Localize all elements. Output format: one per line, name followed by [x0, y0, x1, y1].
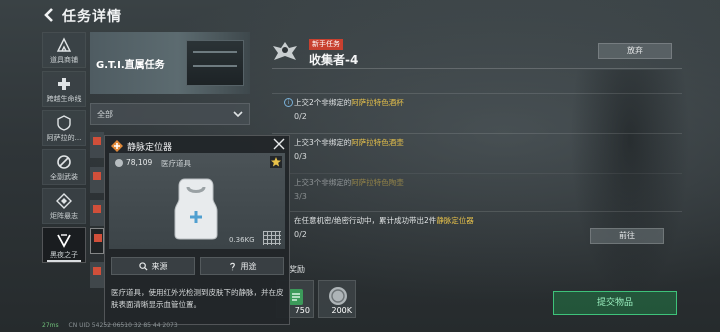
flag-icon [93, 267, 101, 275]
help-icon [229, 262, 235, 270]
silver-coin-icon [329, 287, 347, 305]
objective-item-link[interactable]: 阿萨拉特色陶壶 [351, 178, 404, 187]
rail-item-label: 全副武装 [50, 173, 78, 181]
diamond-icon [56, 193, 72, 209]
objective-count: 0/2 [294, 230, 307, 239]
objective-item-link[interactable]: 阿萨拉特色酒壶 [351, 138, 404, 147]
source-button-label: 来源 [151, 261, 168, 271]
reward-amount: 750 [294, 306, 310, 315]
rail-item-1[interactable]: 跨越生命线 [42, 71, 86, 107]
rail-item-label: 道具商铺 [50, 56, 78, 64]
objective-row-completed: 上交3个非绑定的阿萨拉特色陶壶 3/3 [272, 173, 682, 207]
list-item-selected[interactable] [90, 228, 104, 254]
use-button[interactable]: 用途 [200, 257, 284, 275]
rail-item-2[interactable]: 阿萨拉的... [42, 110, 86, 146]
shield-icon [57, 115, 71, 131]
rail-item-label: 炬阵悬志 [50, 212, 78, 220]
popup-title: 静脉定位器 [127, 143, 173, 153]
flag-icon [93, 172, 101, 180]
item-weight: 0.36KG [229, 236, 255, 244]
grid-size-icon [263, 231, 281, 245]
summit-icon [56, 37, 72, 52]
objective-text: 上交3个非绑定的阿萨拉特色酒壶 [294, 138, 404, 147]
rail-item-4[interactable]: 炬阵悬志 [42, 188, 86, 224]
goto-button[interactable]: 前往 [590, 228, 664, 244]
rail-item-label: 跨越生命线 [46, 95, 82, 103]
no-entry-icon [57, 155, 71, 169]
divider [272, 68, 682, 69]
reward-amount: 200K [331, 306, 352, 315]
objective-item-link[interactable]: 静脉定位器 [436, 216, 474, 225]
rail-item-3[interactable]: 全副武装 [42, 149, 86, 185]
list-item[interactable] [90, 262, 104, 288]
reward-label: 奖励 [289, 265, 305, 274]
submit-items-button[interactable]: 提交物品 [553, 291, 677, 315]
rail-item-0[interactable]: 道具商铺 [42, 32, 86, 68]
back-arrow-icon[interactable] [42, 7, 56, 23]
top-bar: 任务详情 [0, 0, 720, 30]
filter-value: 全部 [97, 110, 113, 119]
item-category: 医疗道具 [161, 159, 191, 168]
info-icon[interactable]: i [284, 98, 293, 107]
objective-text: 在任意机密/绝密行动中，累计成功带出2件静脉定位器 [294, 216, 474, 225]
reward-item[interactable]: 200K [318, 280, 356, 318]
star-icon[interactable] [270, 156, 282, 168]
objective-row: 上交3个非绑定的阿萨拉特色酒壶 0/3 [272, 133, 682, 167]
flag-icon [93, 205, 101, 213]
vein-locator-device [174, 178, 218, 240]
rail-item-5[interactable]: 黑夜之子 [42, 227, 86, 263]
objective-text: 上交2个非绑定的阿萨拉特色酒杯 [294, 98, 404, 107]
source-button[interactable]: 来源 [111, 257, 195, 275]
abandon-button[interactable]: 放弃 [598, 43, 672, 59]
mission-title: 收集者-4 [309, 53, 359, 67]
list-item[interactable] [90, 200, 104, 226]
objective-item-link[interactable]: 阿萨拉特色酒杯 [351, 98, 404, 107]
green-chip-icon [289, 289, 303, 305]
item-description: 医疗道具，使用红外光检测到皮肤下的静脉，并在皮肤表面清晰显示血管位置。 [111, 288, 284, 309]
category-rail: 道具商铺 跨越生命线 阿萨拉的... 全副武装 炬阵悬志 黑夜之子 [42, 32, 86, 266]
flag-icon [93, 137, 101, 145]
mission-category-banner[interactable]: G.T.I.直属任务 [90, 32, 250, 94]
eagle-emblem-icon [273, 42, 297, 60]
list-item[interactable] [90, 167, 104, 193]
user-id: CN UID 54252 06510 32 85 44 2073 [68, 322, 178, 329]
status-footer: 27ms CN UID 54252 06510 32 85 44 2073 [42, 322, 178, 329]
objective-count: 0/3 [294, 152, 307, 161]
list-item[interactable] [90, 132, 104, 158]
cross-icon [58, 78, 70, 90]
item-artwork-panel: 78,109 医疗道具 0.36KG [109, 153, 285, 249]
objective-text: 上交3个非绑定的阿萨拉特色陶壶 [294, 178, 404, 187]
coin-icon [115, 159, 123, 167]
rail-item-label: 黑夜之子 [50, 251, 78, 259]
item-detail-popup: 静脉定位器 78,109 医疗道具 0.36KG 来源 用途 医疗道具，使用红外… [104, 135, 290, 325]
use-button-label: 用途 [240, 261, 257, 271]
rail-item-label: 阿萨拉的... [46, 134, 82, 142]
banner-title: G.T.I.直属任务 [96, 60, 165, 71]
item-price: 78,109 [126, 158, 153, 167]
medical-item-icon [111, 140, 123, 152]
objective-row: i 上交2个非绑定的阿萨拉特色酒杯 0/2 [272, 93, 682, 127]
mission-type-tag: 新手任务 [309, 39, 343, 50]
filter-dropdown[interactable]: 全部 [90, 103, 250, 125]
page-title: 任务详情 [62, 9, 122, 25]
night-icon [57, 234, 71, 248]
crate-image [186, 40, 244, 86]
search-icon [138, 261, 148, 271]
objective-count: 3/3 [294, 192, 307, 201]
ping-value: 27ms [42, 322, 59, 329]
chevron-down-icon [233, 111, 243, 118]
flag-icon [94, 234, 102, 242]
objective-count: 0/2 [294, 112, 307, 121]
close-icon[interactable] [273, 138, 285, 150]
